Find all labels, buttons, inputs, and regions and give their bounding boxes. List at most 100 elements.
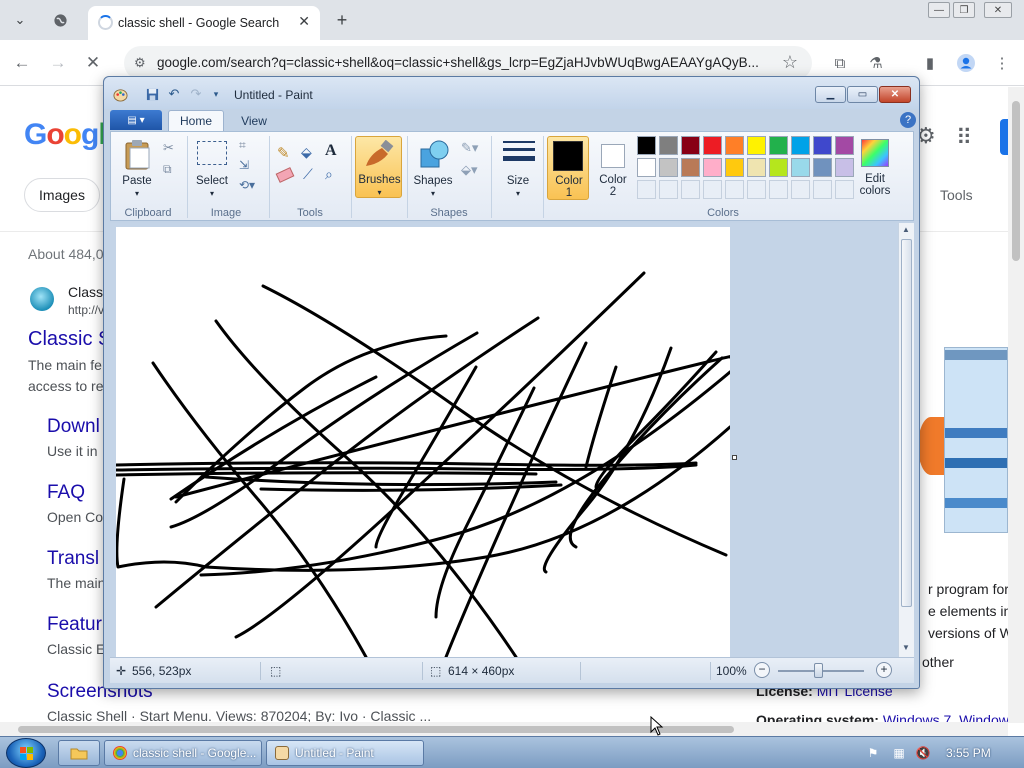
result-title-link[interactable]: Classic S xyxy=(28,328,111,351)
stop-loading-icon[interactable]: ✕ xyxy=(81,51,105,75)
google-apps-grid-icon[interactable]: ⠿ xyxy=(956,125,972,151)
knowledge-panel-screenshot-image[interactable] xyxy=(944,347,1008,533)
tools-button[interactable]: Tools xyxy=(940,187,973,203)
system-clock[interactable]: 3:55 PM xyxy=(946,746,991,760)
sitelink-title-downloads[interactable]: Downl xyxy=(47,416,100,438)
forward-arrow-icon[interactable]: → xyxy=(46,51,70,75)
browser-menu-kebab-icon[interactable]: ⋮ xyxy=(990,51,1014,75)
palette-swatch[interactable] xyxy=(725,136,744,155)
palette-custom-slot[interactable] xyxy=(791,180,810,199)
brushes-button[interactable]: Brushes ▾ xyxy=(355,136,402,198)
pencil-icon[interactable]: ✎ xyxy=(277,144,290,162)
scroll-down-arrow-icon[interactable]: ▼ xyxy=(902,643,910,652)
select-button[interactable]: Select ▾ xyxy=(191,135,233,201)
palette-swatch[interactable] xyxy=(725,158,744,177)
labs-flask-icon[interactable]: ⚗ xyxy=(864,51,888,75)
color1-button[interactable]: Color 1 xyxy=(547,136,589,200)
sitelink-title-translations[interactable]: Transl xyxy=(47,548,99,570)
zoom-in-button[interactable]: + xyxy=(876,662,892,678)
redo-icon[interactable]: ↷ xyxy=(188,86,204,102)
palette-swatch[interactable] xyxy=(681,158,700,177)
palette-custom-slot[interactable] xyxy=(769,180,788,199)
page-vertical-scrollbar[interactable] xyxy=(1008,87,1024,723)
fill-icon[interactable]: ⬙▾ xyxy=(461,162,478,178)
profile-avatar-icon[interactable] xyxy=(954,51,978,75)
palette-swatch[interactable] xyxy=(659,158,678,177)
filter-chip-images[interactable]: Images xyxy=(24,178,100,212)
color-picker-icon[interactable]: ⟋ xyxy=(303,166,313,183)
copy-icon[interactable]: ⧉ xyxy=(163,162,172,177)
text-tool-icon[interactable]: A xyxy=(325,142,337,160)
palette-swatch[interactable] xyxy=(681,136,700,155)
undo-icon[interactable]: ↶ xyxy=(166,86,182,102)
scroll-up-arrow-icon[interactable]: ▲ xyxy=(902,225,910,234)
paste-button[interactable]: Paste ▾ xyxy=(115,135,159,201)
sitelink-title-features[interactable]: Featur xyxy=(47,614,102,636)
palette-swatch[interactable] xyxy=(769,136,788,155)
knowledge-panel-logo-image[interactable] xyxy=(918,417,944,475)
taskbar-paint[interactable]: Untitled - Paint xyxy=(266,740,424,766)
magnifier-icon[interactable]: ⌕ xyxy=(325,166,333,183)
network-icon[interactable]: ▦ xyxy=(892,746,906,760)
canvas-scroll-thumb[interactable] xyxy=(901,239,912,607)
palette-swatch[interactable] xyxy=(703,136,722,155)
palette-swatch[interactable] xyxy=(637,158,656,177)
url-text[interactable]: google.com/search?q=classic+shell&oq=cla… xyxy=(157,55,777,70)
page-vertical-scroll-thumb[interactable] xyxy=(1012,101,1020,261)
inactive-tab-globe-icon[interactable] xyxy=(48,8,72,32)
palette-swatch[interactable] xyxy=(747,136,766,155)
side-panel-icon[interactable]: ▮ xyxy=(918,51,942,75)
palette-swatch[interactable] xyxy=(659,136,678,155)
tab-google-search[interactable]: classic shell - Google Search ✕ xyxy=(88,6,320,40)
browser-close-button[interactable]: ✕ xyxy=(984,2,1012,18)
palette-custom-slot[interactable] xyxy=(813,180,832,199)
outline-icon[interactable]: ✎▾ xyxy=(461,140,478,156)
resize-icon[interactable]: ⇲ xyxy=(239,158,249,172)
palette-swatch[interactable] xyxy=(747,158,766,177)
help-icon[interactable]: ? xyxy=(900,112,916,128)
palette-custom-slot[interactable] xyxy=(637,180,656,199)
result-site-url[interactable]: http://v xyxy=(68,303,104,317)
taskbar-file-explorer[interactable] xyxy=(58,740,100,766)
palette-swatch[interactable] xyxy=(791,136,810,155)
paint-minimize-button[interactable]: ▁ xyxy=(815,86,846,103)
save-icon[interactable] xyxy=(144,86,160,102)
start-button-windows-icon[interactable] xyxy=(6,738,46,768)
classic-shell-favicon-icon[interactable] xyxy=(30,287,54,311)
paint-window[interactable]: ↶ ↷ ▾ Untitled - Paint ▁ ▭ ✕ ▤ ▾ Home Vi… xyxy=(103,76,920,689)
palette-swatch[interactable] xyxy=(703,158,722,177)
address-bar[interactable]: ⚙ google.com/search?q=classic+shell&oq=c… xyxy=(124,46,812,80)
paint-titlebar[interactable]: ↶ ↷ ▾ Untitled - Paint ▁ ▭ ✕ xyxy=(104,77,919,109)
action-center-flag-icon[interactable]: ⚑ xyxy=(866,746,880,760)
paint-menu-button[interactable]: ▤ ▾ xyxy=(110,110,162,130)
new-tab-button[interactable]: + xyxy=(330,8,354,32)
palette-swatch[interactable] xyxy=(813,158,832,177)
palette-swatch[interactable] xyxy=(637,136,656,155)
size-button[interactable]: Size ▾ xyxy=(497,135,539,201)
result-site-name[interactable]: Class xyxy=(68,284,103,300)
canvas-workspace[interactable] xyxy=(110,223,898,657)
sitelink-title-faq[interactable]: FAQ xyxy=(47,482,85,504)
browser-minimize-button[interactable]: — xyxy=(928,2,950,18)
tab-home[interactable]: Home xyxy=(168,110,224,131)
back-arrow-icon[interactable]: ← xyxy=(10,51,34,75)
drawing-canvas[interactable] xyxy=(114,227,737,657)
zoom-out-button[interactable]: − xyxy=(754,662,770,678)
taskbar-chrome[interactable]: classic shell - Google... xyxy=(104,740,262,766)
tab-search-chevron-icon[interactable]: ⌄ xyxy=(8,8,32,32)
zoom-slider-thumb[interactable] xyxy=(814,663,823,678)
palette-swatch[interactable] xyxy=(769,158,788,177)
canvas-resize-handle[interactable] xyxy=(732,455,737,460)
color2-button[interactable]: Color 2 xyxy=(593,136,633,200)
volume-muted-icon[interactable]: 🔇 xyxy=(916,746,931,760)
tab-close-icon[interactable]: ✕ xyxy=(298,13,310,30)
page-horizontal-scrollbar[interactable] xyxy=(0,722,1008,736)
extensions-puzzle-icon[interactable]: ⧉ xyxy=(828,51,852,75)
palette-custom-slot[interactable] xyxy=(659,180,678,199)
canvas-vertical-scrollbar[interactable]: ▲ ▼ xyxy=(898,223,914,657)
quick-access-dropdown-icon[interactable]: ▾ xyxy=(208,86,224,102)
site-info-tune-icon[interactable]: ⚙ xyxy=(134,55,146,71)
paint-maximize-button[interactable]: ▭ xyxy=(847,86,878,103)
page-horizontal-scroll-thumb[interactable] xyxy=(18,726,734,733)
paint-app-icon[interactable] xyxy=(112,86,128,102)
